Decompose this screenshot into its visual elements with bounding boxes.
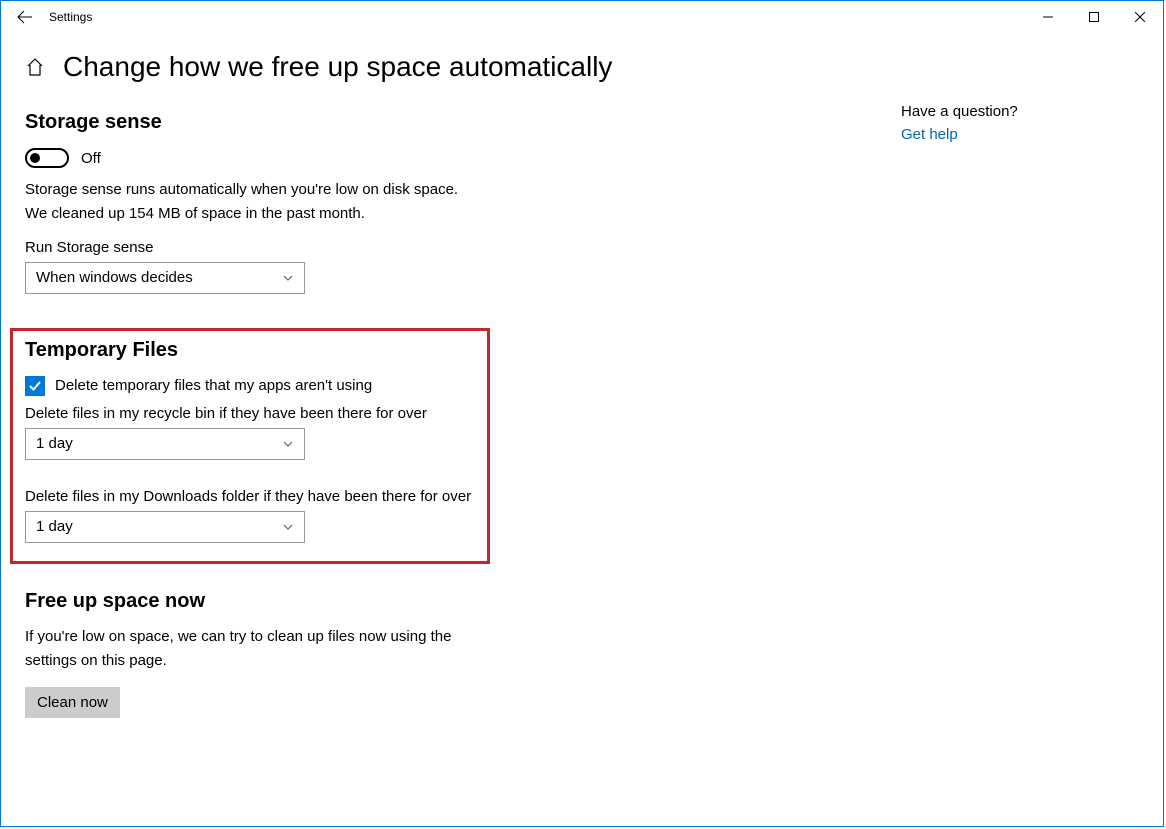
recycle-bin-value: 1 day (36, 435, 73, 452)
storage-sense-heading: Storage sense (25, 111, 885, 134)
temporary-files-highlight: Temporary Files Delete temporary files t… (10, 328, 490, 564)
chevron-down-icon (282, 521, 294, 533)
page-title: Change how we free up space automaticall… (63, 51, 612, 83)
back-button[interactable] (1, 1, 49, 33)
close-button[interactable] (1117, 1, 1163, 33)
downloads-select[interactable]: 1 day (25, 511, 305, 543)
help-question: Have a question? (901, 103, 1018, 120)
recycle-bin-select[interactable]: 1 day (25, 428, 305, 460)
minimize-button[interactable] (1025, 1, 1071, 33)
storage-sense-toggle-state: Off (81, 150, 101, 167)
check-icon (28, 379, 42, 393)
downloads-label: Delete files in my Downloads folder if t… (25, 488, 475, 505)
recycle-bin-label: Delete files in my recycle bin if they h… (25, 404, 475, 424)
settings-window: Settings Change how we free up space aut… (0, 0, 1164, 827)
chevron-down-icon (282, 272, 294, 284)
clean-now-button[interactable]: Clean now (25, 687, 120, 718)
maximize-icon (1089, 12, 1099, 22)
toggle-knob (30, 153, 40, 163)
delete-temp-files-label: Delete temporary files that my apps aren… (55, 377, 372, 394)
storage-sense-desc-1: Storage sense runs automatically when yo… (25, 180, 885, 200)
close-icon (1135, 12, 1145, 22)
free-up-heading: Free up space now (25, 590, 885, 613)
run-storage-sense-label: Run Storage sense (25, 239, 885, 256)
run-storage-sense-select[interactable]: When windows decides (25, 262, 305, 294)
maximize-button[interactable] (1071, 1, 1117, 33)
free-up-desc-1: If you're low on space, we can try to cl… (25, 627, 885, 647)
temporary-files-heading: Temporary Files (25, 339, 475, 362)
window-title: Settings (49, 10, 92, 24)
get-help-link[interactable]: Get help (901, 126, 1018, 143)
arrow-left-icon (17, 9, 33, 25)
delete-temp-files-checkbox[interactable] (25, 376, 45, 396)
titlebar: Settings (1, 1, 1163, 33)
home-icon (25, 57, 45, 77)
help-sidebar: Have a question? Get help (885, 51, 1018, 718)
minimize-icon (1043, 12, 1053, 22)
main-content: Change how we free up space automaticall… (25, 51, 885, 718)
storage-sense-desc-2: We cleaned up 154 MB of space in the pas… (25, 204, 885, 224)
chevron-down-icon (282, 438, 294, 450)
storage-sense-toggle[interactable] (25, 148, 69, 168)
free-up-desc-2: settings on this page. (25, 651, 885, 671)
run-storage-sense-value: When windows decides (36, 269, 193, 286)
downloads-value: 1 day (36, 518, 73, 535)
home-button[interactable] (25, 57, 45, 77)
